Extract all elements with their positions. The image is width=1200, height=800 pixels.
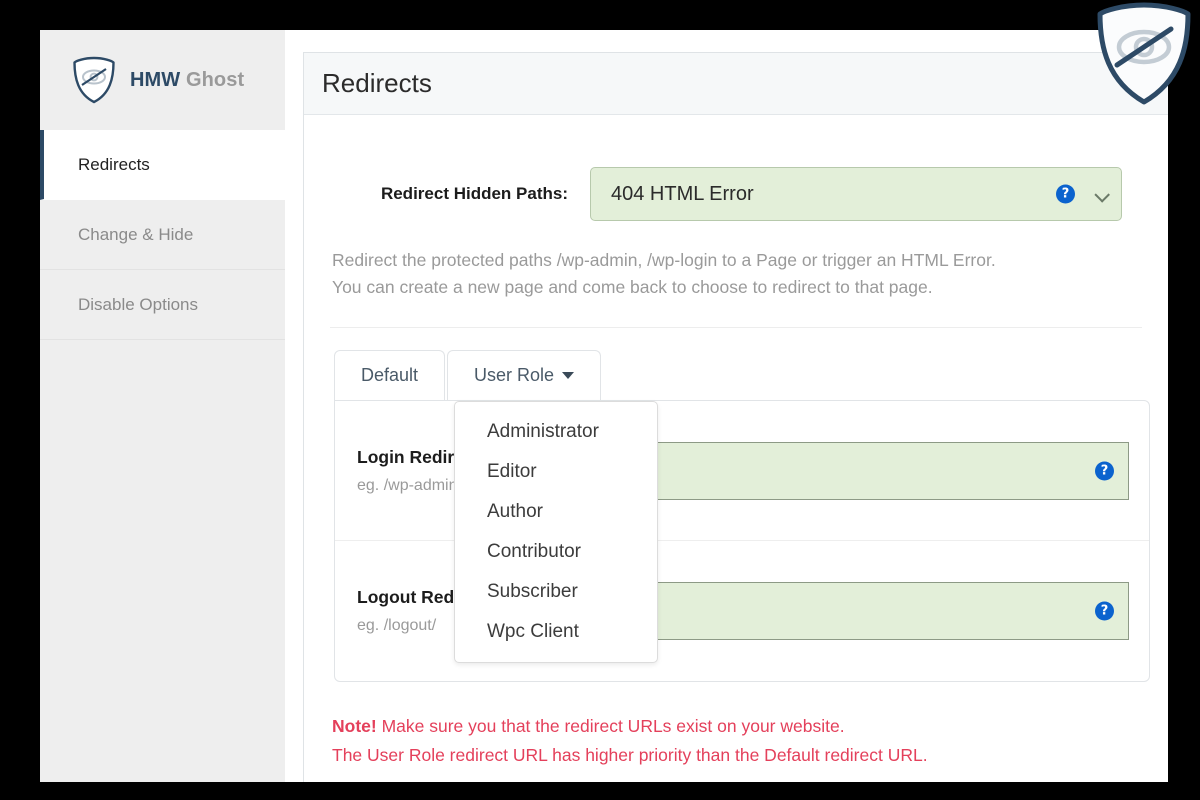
sidebar-item-label: Redirects — [78, 154, 150, 174]
role-menu-item-label: Subscriber — [487, 581, 578, 603]
redirect-hidden-paths-label: Redirect Hidden Paths: — [380, 184, 568, 203]
sidebar: HMW Ghost Redirects Change & Hide Disabl… — [40, 30, 285, 782]
brand-header: HMW Ghost — [40, 30, 285, 130]
main-content-card: Redirects Redirect Hidden Paths: 404 HTM… — [303, 52, 1168, 782]
sidebar-item-label: Change & Hide — [78, 224, 194, 244]
tab-default[interactable]: Default — [334, 350, 446, 401]
shield-hidden-eye-icon — [72, 56, 116, 104]
note-line-2: The User Role redirect URL has higher pr… — [332, 744, 928, 765]
page-title: Redirects — [322, 68, 432, 98]
brand-name-primary: HMW — [130, 68, 181, 91]
tab-user-role[interactable]: User Role — [447, 350, 602, 401]
role-menu-item-label: Author — [487, 501, 543, 523]
card-header: Redirects — [304, 53, 1168, 115]
role-menu-item-label: Contributor — [487, 541, 581, 563]
role-menu-item-contributor[interactable]: Contributor — [455, 532, 657, 572]
sidebar-item-change-and-hide[interactable]: Change & Hide — [40, 200, 285, 270]
user-role-dropdown-menu[interactable]: Administrator Editor Author Contributor … — [454, 401, 658, 664]
role-menu-item-administrator[interactable]: Administrator — [455, 412, 657, 452]
question-mark-icon[interactable]: ? — [1056, 184, 1075, 204]
brand-title: HMW Ghost — [130, 69, 244, 92]
tab-list: Default User Role — [322, 350, 1150, 401]
note-block: Note! Make sure you that the redirect UR… — [322, 682, 1150, 769]
redirect-hidden-paths-selected-value: 404 HTML Error — [611, 182, 754, 205]
question-mark-icon[interactable]: ? — [1095, 461, 1114, 481]
role-menu-item-subscriber[interactable]: Subscriber — [455, 572, 657, 612]
redirect-hidden-paths-row: Redirect Hidden Paths: 404 HTML Error ? — [322, 115, 1150, 221]
tabs-section: Default User Role Login Redirect: eg. /w… — [322, 328, 1150, 683]
card-body: Redirect Hidden Paths: 404 HTML Error ? … — [304, 115, 1168, 769]
sidebar-nav: Redirects Change & Hide Disable Options — [40, 130, 285, 340]
tab-label: User Role — [474, 365, 555, 386]
tab-label: Default — [361, 365, 419, 386]
role-menu-item-author[interactable]: Author — [455, 492, 657, 532]
sidebar-item-label: Disable Options — [78, 294, 199, 314]
role-menu-item-label: Editor — [487, 461, 537, 483]
chevron-down-icon — [1094, 187, 1110, 203]
brand-name-secondary: Ghost — [185, 68, 245, 91]
caret-down-icon — [562, 372, 575, 380]
role-menu-item-editor[interactable]: Editor — [455, 452, 657, 492]
note-line-1: Note! Make sure you that the redirect UR… — [332, 712, 1150, 740]
role-menu-item-label: Administrator — [487, 421, 599, 443]
description-line-2: You can create a new page and come back … — [332, 277, 933, 298]
sidebar-item-disable-options[interactable]: Disable Options — [40, 270, 285, 340]
description-line-1: Redirect the protected paths /wp-admin, … — [332, 250, 996, 270]
sidebar-item-redirects[interactable]: Redirects — [40, 130, 285, 200]
note-bold-prefix: Note! — [332, 716, 377, 737]
role-menu-item-wpc-client[interactable]: Wpc Client — [455, 612, 657, 652]
page-canvas: HMW Ghost Redirects Change & Hide Disabl… — [40, 30, 1168, 782]
logout-redirect-input[interactable]: ? — [645, 582, 1129, 641]
login-redirect-input[interactable]: ? — [645, 441, 1129, 500]
redirect-hidden-paths-description: Redirect the protected paths /wp-admin, … — [322, 221, 1150, 301]
question-mark-icon[interactable]: ? — [1095, 601, 1114, 621]
redirect-hidden-paths-select[interactable]: 404 HTML Error ? — [590, 167, 1122, 221]
shield-hidden-eye-badge-icon — [1096, 2, 1192, 106]
role-menu-item-label: Wpc Client — [487, 621, 579, 643]
note-line-1-rest: Make sure you that the redirect URLs exi… — [376, 716, 845, 737]
